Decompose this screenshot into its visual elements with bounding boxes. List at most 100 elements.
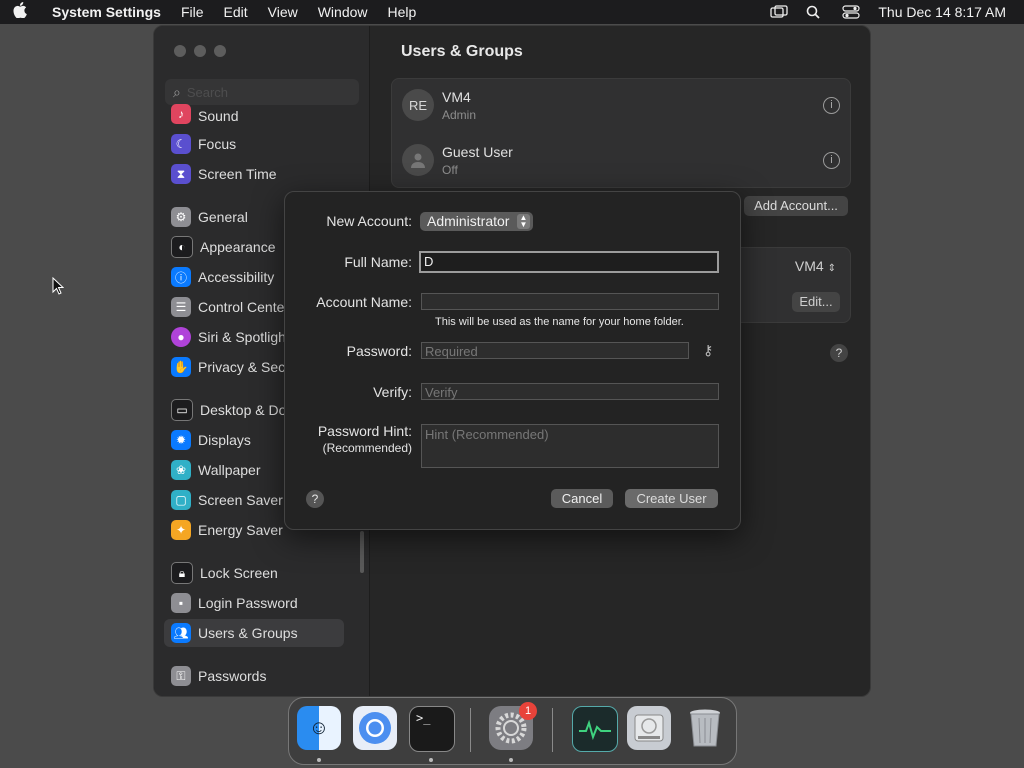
dock-trash[interactable]	[683, 706, 727, 750]
dock-finder[interactable]: ☺	[297, 706, 341, 750]
minimize-window-button[interactable]	[194, 45, 206, 57]
chevron-updown-icon: ▲ ▼	[517, 214, 530, 229]
sidebar-item-label: Appearance	[200, 239, 276, 255]
sidebar-item-login-password[interactable]: ▪ Login Password	[164, 589, 344, 617]
screen-saver-icon: ▢	[171, 490, 191, 510]
sidebar-item-focus[interactable]: ☾ Focus	[164, 130, 344, 158]
full-name-field[interactable]: D	[419, 251, 719, 273]
finder-icon: ☺	[308, 716, 330, 739]
page-title: Users & Groups	[401, 43, 523, 60]
avatar: RE	[402, 89, 434, 121]
dock-disk-utility[interactable]	[627, 706, 671, 750]
sidebar-item-label: Lock Screen	[200, 565, 278, 581]
running-indicator	[429, 758, 433, 762]
dock-system-settings[interactable]: 1	[489, 702, 537, 750]
sidebar-item-label: Sound	[198, 108, 239, 124]
running-indicator	[317, 758, 321, 762]
menu-view[interactable]: View	[258, 4, 308, 20]
edit-button[interactable]: Edit...	[792, 292, 840, 312]
sidebar-item-label: Accessibility	[198, 269, 275, 285]
apple-menu-icon[interactable]	[0, 2, 40, 22]
add-account-button[interactable]: Add Account...	[744, 196, 848, 216]
menu-bar: System Settings File Edit View Window He…	[0, 0, 1024, 24]
sidebar-item-users-groups[interactable]: 👥︎ Users & Groups	[164, 619, 344, 647]
dock-terminal[interactable]: >_	[409, 706, 455, 752]
new-account-sheet: New Account: Administrator ▲ ▼ Full Name:…	[284, 191, 741, 530]
menu-edit[interactable]: Edit	[214, 4, 258, 20]
siri-icon: ●	[171, 327, 191, 347]
notification-badge: 1	[519, 702, 537, 720]
bulb-icon: ✦	[171, 520, 191, 540]
menu-file[interactable]: File	[171, 4, 214, 20]
sidebar-item-sound[interactable]: ♪ Sound	[164, 102, 344, 124]
sidebar-scrollbar[interactable]	[360, 531, 364, 573]
password-field[interactable]: Required	[421, 342, 689, 359]
password-hint-field[interactable]: Hint (Recommended)	[421, 424, 719, 468]
app-name-menu[interactable]: System Settings	[40, 4, 171, 20]
password-label: Password:	[346, 343, 412, 359]
close-window-button[interactable]	[174, 45, 186, 57]
zoom-window-button[interactable]	[214, 45, 226, 57]
sidebar-item-lock-screen[interactable]: 🔒︎ Lock Screen	[164, 559, 344, 587]
key-icon: ⚿	[171, 666, 191, 686]
account-name-label: Account Name:	[316, 294, 412, 310]
accessibility-icon: ⓘ	[171, 267, 191, 287]
password-hint-sublabel: (Recommended)	[322, 441, 412, 455]
automatic-login-select[interactable]: VM4 ⇕	[795, 258, 836, 274]
cancel-button[interactable]: Cancel	[551, 489, 613, 508]
chevron-updown-icon: ⇕	[827, 263, 836, 274]
menu-bar-clock[interactable]: Thu Dec 14 8:17 AM	[878, 4, 1006, 20]
password-assistant-key-icon[interactable]: ⚷	[703, 342, 713, 359]
wallpaper-icon: ❀	[171, 460, 191, 480]
user-name: VM4	[442, 88, 471, 105]
guest-avatar-icon	[402, 144, 434, 176]
sheet-help-button[interactable]: ?	[306, 490, 324, 508]
sidebar-item-label: General	[198, 209, 248, 225]
sidebar-item-label: Screen Time	[198, 166, 277, 182]
sidebar-item-label: Energy Saver	[198, 522, 283, 538]
lock-icon: 🔒︎	[171, 562, 193, 584]
help-button[interactable]: ?	[830, 344, 848, 362]
control-center-icon: ☰	[171, 297, 191, 317]
verify-field[interactable]: Verify	[421, 383, 719, 400]
create-user-button[interactable]: Create User	[625, 489, 718, 508]
disk-utility-icon	[634, 714, 664, 742]
running-indicator	[509, 758, 513, 762]
dock-separator	[470, 708, 471, 752]
sidebar-item-screen-time[interactable]: ⧗ Screen Time	[164, 160, 344, 188]
info-icon[interactable]: i	[823, 151, 840, 169]
hand-icon: ✋	[171, 357, 191, 377]
dock-activity-monitor[interactable]	[572, 706, 618, 752]
dock-icon: ▭	[171, 399, 193, 421]
window-controls	[174, 45, 226, 57]
user-status: Off	[442, 162, 458, 177]
control-center-icon[interactable]	[842, 5, 860, 19]
sidebar-item-passwords[interactable]: ⚿ Passwords	[164, 662, 344, 690]
sidebar-item-label: Login Password	[198, 595, 298, 611]
automatic-login-value: VM4	[794, 258, 824, 274]
sun-icon: ✹	[171, 430, 191, 450]
menu-window[interactable]: Window	[308, 4, 378, 20]
account-name-field[interactable]	[421, 293, 719, 310]
search-placeholder: Search	[186, 84, 229, 100]
user-name: Guest User	[442, 143, 513, 160]
activity-monitor-icon	[579, 719, 611, 741]
full-name-label: Full Name:	[344, 254, 412, 270]
user-row-guest[interactable]: Guest User Off i	[402, 140, 842, 180]
sidebar-item-label: Wallpaper	[198, 462, 261, 478]
mouse-cursor-icon	[52, 277, 64, 295]
screen-mirroring-icon[interactable]	[770, 5, 789, 19]
account-type-popup[interactable]: Administrator ▲ ▼	[420, 212, 533, 231]
search-icon: ⌕	[173, 83, 181, 100]
sidebar-item-label: Displays	[198, 432, 251, 448]
users-icon: 👥︎	[171, 623, 191, 643]
menu-help[interactable]: Help	[378, 4, 427, 20]
spotlight-search-icon[interactable]	[806, 5, 824, 19]
info-icon[interactable]: i	[823, 96, 840, 114]
terminal-icon: >_	[416, 711, 431, 725]
chromium-icon	[359, 712, 391, 744]
user-row-vm4[interactable]: RE VM4 Admin i	[402, 85, 842, 125]
dock-chromium[interactable]	[353, 706, 397, 750]
dock: ☺ >_ 1	[288, 697, 737, 765]
account-type-value: Administrator	[427, 213, 510, 229]
